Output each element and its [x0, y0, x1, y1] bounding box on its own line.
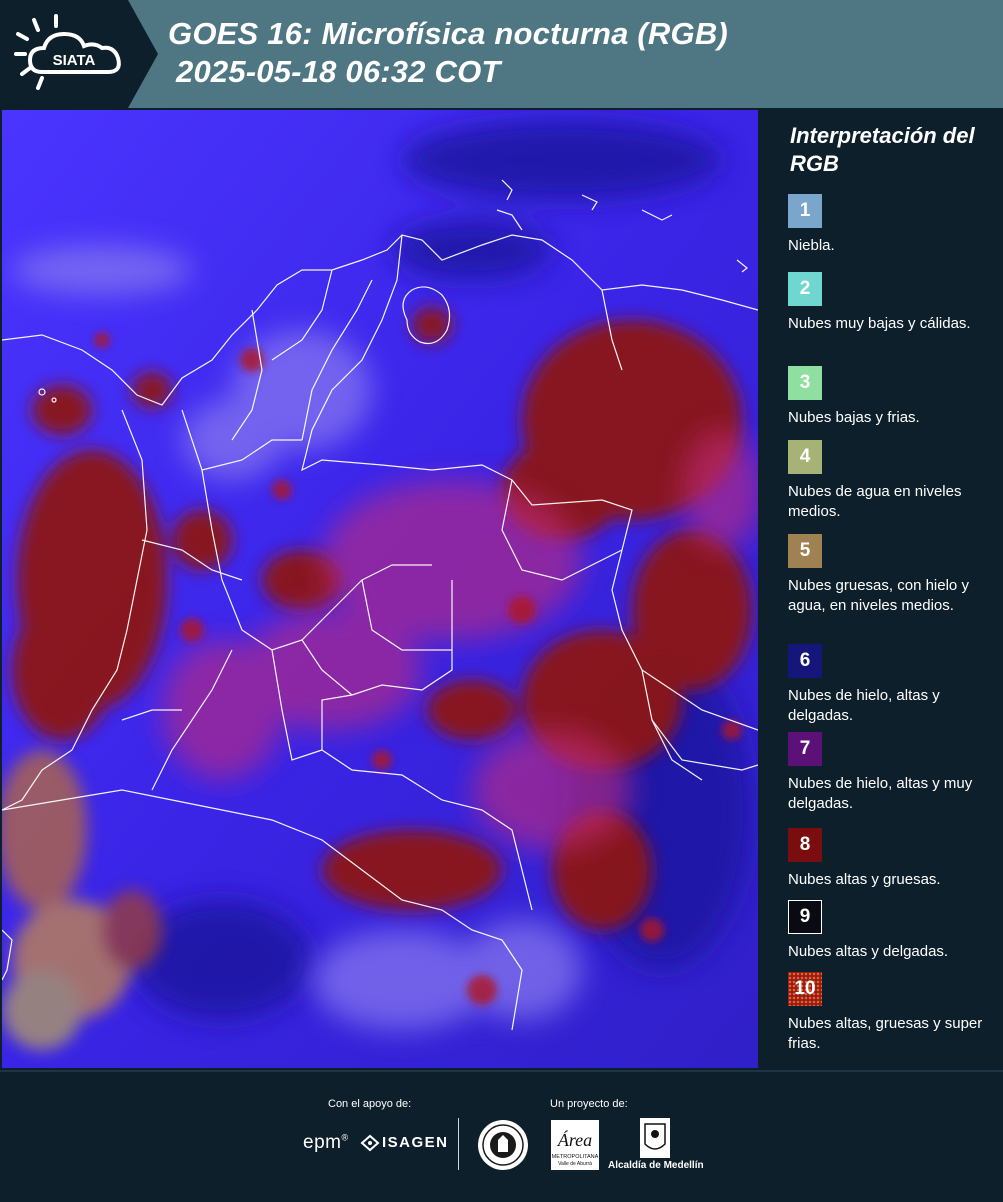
legend-item-nubes-gruesas: 5 Nubes gruesas, con hielo y agua, en ni… — [788, 534, 988, 616]
legend-item-agua-niveles-medios: 4 Nubes de agua en niveles medios. — [788, 440, 988, 522]
logo-block: SIATA — [0, 0, 158, 108]
legend-item-altas-delgadas: 9 Nubes altas y delgadas. — [788, 900, 988, 962]
legend-item-nubes-bajas: 3 Nubes bajas y frias. — [788, 366, 988, 428]
epm-logo[interactable]: epm® — [303, 1132, 349, 1154]
siata-logo-text: SIATA — [53, 52, 96, 69]
legend-swatch: 10 — [788, 972, 822, 1006]
legend-swatch: 8 — [788, 828, 822, 862]
legend-label: Nubes de hielo, altas y delgadas. — [788, 687, 940, 724]
legend-item-super-frias: 10 Nubes altas, gruesas y super frias. — [788, 972, 988, 1054]
project-label: Un proyecto de: — [550, 1098, 628, 1110]
legend-item-altas-gruesas: 8 Nubes altas y gruesas. — [788, 828, 988, 890]
legend-label: Nubes bajas y frias. — [788, 409, 920, 426]
satellite-image — [2, 110, 758, 1068]
legend-label: Nubes de agua en niveles medios. — [788, 483, 962, 520]
legend-number: 5 — [799, 540, 811, 561]
legend-swatch: 4 — [788, 440, 822, 474]
medellin-crest-icon — [640, 1118, 670, 1158]
area-logo-sub: METROPOLITANA — [552, 1154, 599, 1160]
isagen-mark-icon — [360, 1134, 380, 1152]
area-logo-text: Área — [557, 1129, 592, 1150]
legend-number: 1 — [799, 200, 811, 221]
legend-item-hielo-delgadas: 6 Nubes de hielo, altas y delgadas. — [788, 644, 988, 726]
legend-number: 8 — [799, 834, 811, 855]
legend-number: 2 — [799, 278, 811, 299]
legend-label: Niebla. — [788, 237, 835, 254]
legend-item-hielo-muy-delgadas: 7 Nubes de hielo, altas y muy delgadas. — [788, 732, 988, 814]
area-metropolitana-logo[interactable]: Área METROPOLITANA Valle de Aburrá — [551, 1120, 599, 1170]
legend-swatch: 1 — [788, 194, 822, 228]
page-title: GOES 16: Microfísica nocturna (RGB) — [168, 16, 728, 51]
legend-label: Nubes altas y gruesas. — [788, 871, 941, 888]
legend-swatch: 5 — [788, 534, 822, 568]
legend-label: Nubes de hielo, altas y muy delgadas. — [788, 775, 973, 812]
timestamp: 2025-05-18 06:32 COT — [176, 54, 501, 89]
legend-item-nubes-muy-bajas: 2 Nubes muy bajas y cálidas. — [788, 272, 988, 334]
satellite-map[interactable] — [2, 110, 758, 1068]
legend-number: 6 — [799, 650, 811, 671]
legend-number: 10 — [794, 978, 816, 999]
legend-number: 3 — [799, 372, 811, 393]
area-logo-sub2: Valle de Aburrá — [558, 1161, 592, 1167]
isagen-logo[interactable]: ISAGEN — [382, 1134, 449, 1151]
legend-number: 4 — [799, 446, 811, 467]
legend-panel: Interpretación del RGB 1 Niebla. 2 Nubes… — [766, 110, 1003, 1068]
medellin-logo-text[interactable]: Alcaldía de Medellín — [608, 1160, 704, 1171]
legend-swatch: 7 — [788, 732, 822, 766]
support-label: Con el apoyo de: — [328, 1098, 412, 1110]
siata-logo[interactable]: SIATA — [12, 12, 132, 96]
footer-divider — [458, 1118, 459, 1170]
legend-swatch: 3 — [788, 366, 822, 400]
legend-label: Nubes gruesas, con hielo y agua, en nive… — [788, 577, 969, 614]
epm-logo-text: epm — [303, 1132, 342, 1153]
legend-label: Nubes altas, gruesas y super frias. — [788, 1015, 983, 1052]
legend-swatch: 2 — [788, 272, 822, 306]
legend-item-niebla: 1 Niebla. — [788, 194, 988, 256]
legend-number: 9 — [799, 906, 811, 927]
legend-number: 7 — [799, 738, 811, 759]
metropolitana-seal-icon[interactable] — [478, 1120, 528, 1170]
legend-title: Interpretación del RGB — [790, 123, 975, 176]
header: SIATA GOES 16: Microfísica nocturna (RGB… — [0, 0, 1003, 108]
legend-label: Nubes muy bajas y cálidas. — [788, 315, 971, 332]
legend-label: Nubes altas y delgadas. — [788, 943, 949, 960]
footer: Con el apoyo de: Un proyecto de: epm® IS… — [0, 1070, 1003, 1202]
legend-swatch: 6 — [788, 644, 822, 678]
legend-swatch: 9 — [788, 900, 822, 934]
